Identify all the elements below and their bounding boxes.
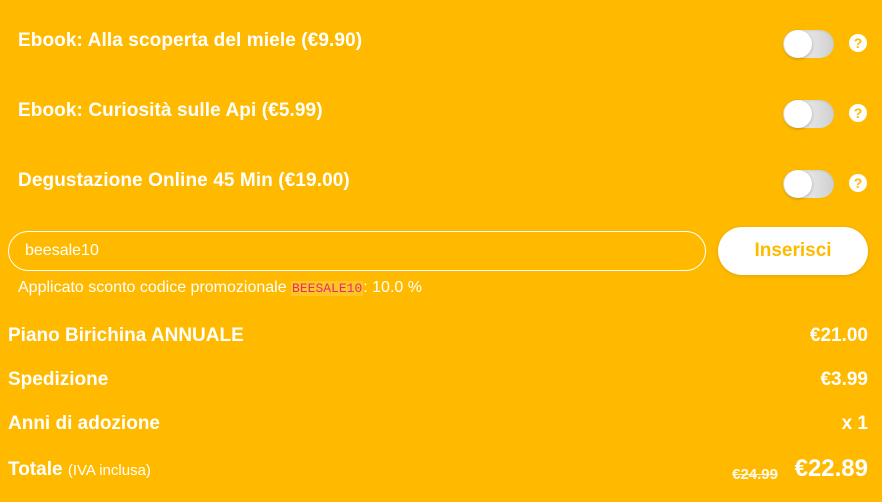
promo-code-input[interactable]: [8, 231, 706, 271]
original-total-price: €24.99: [732, 466, 778, 483]
summary-row-years: Anni di adozione x 1: [8, 409, 868, 439]
years-value: x 1: [841, 413, 868, 434]
addon-toggle[interactable]: [783, 100, 834, 128]
question-mark-icon[interactable]: ?: [849, 174, 867, 192]
addon-row-ebook-miele: Ebook: Alla scoperta del miele (€9.90) ?: [0, 22, 882, 62]
plan-label: Piano Birichina ANNUALE: [8, 325, 244, 346]
addon-toggle[interactable]: [783, 30, 834, 58]
question-mark-icon[interactable]: ?: [849, 104, 867, 122]
shipping-label: Spedizione: [8, 369, 109, 390]
discount-code: BEESALE10: [291, 281, 364, 296]
discount-percent: : 10.0 %: [363, 279, 422, 296]
total-label-group: Totale (IVA inclusa): [8, 459, 151, 481]
addon-label: Ebook: Alla scoperta del miele (€9.90): [18, 30, 363, 51]
summary-row-plan: Piano Birichina ANNUALE €21.00: [8, 321, 868, 351]
total-price: €22.89: [794, 455, 868, 482]
toggle-knob: [784, 30, 812, 58]
shipping-price: €3.99: [820, 369, 868, 390]
addon-toggle[interactable]: [783, 170, 834, 198]
discount-applied-message: Applicato sconto codice promozionale BEE…: [18, 279, 422, 297]
years-label: Anni di adozione: [8, 413, 160, 434]
question-mark-icon[interactable]: ?: [849, 34, 867, 52]
vat-note: (IVA inclusa): [67, 462, 151, 479]
total-label: Totale: [8, 459, 63, 480]
addon-row-degustazione: Degustazione Online 45 Min (€19.00) ?: [0, 162, 882, 202]
discount-message-text: Applicato sconto codice promozionale: [18, 279, 292, 296]
plan-price: €21.00: [809, 325, 868, 346]
summary-row-shipping: Spedizione €3.99: [8, 365, 868, 395]
addon-label: Ebook: Curiosità sulle Api (€5.99): [18, 100, 323, 121]
toggle-knob: [784, 170, 812, 198]
apply-promo-button[interactable]: Inserisci: [718, 227, 868, 275]
summary-row-total: Totale (IVA inclusa) €24.99 €22.89: [8, 455, 868, 489]
addon-row-ebook-api: Ebook: Curiosità sulle Api (€5.99) ?: [0, 92, 882, 132]
addon-label: Degustazione Online 45 Min (€19.00): [18, 170, 350, 191]
toggle-knob: [784, 100, 812, 128]
